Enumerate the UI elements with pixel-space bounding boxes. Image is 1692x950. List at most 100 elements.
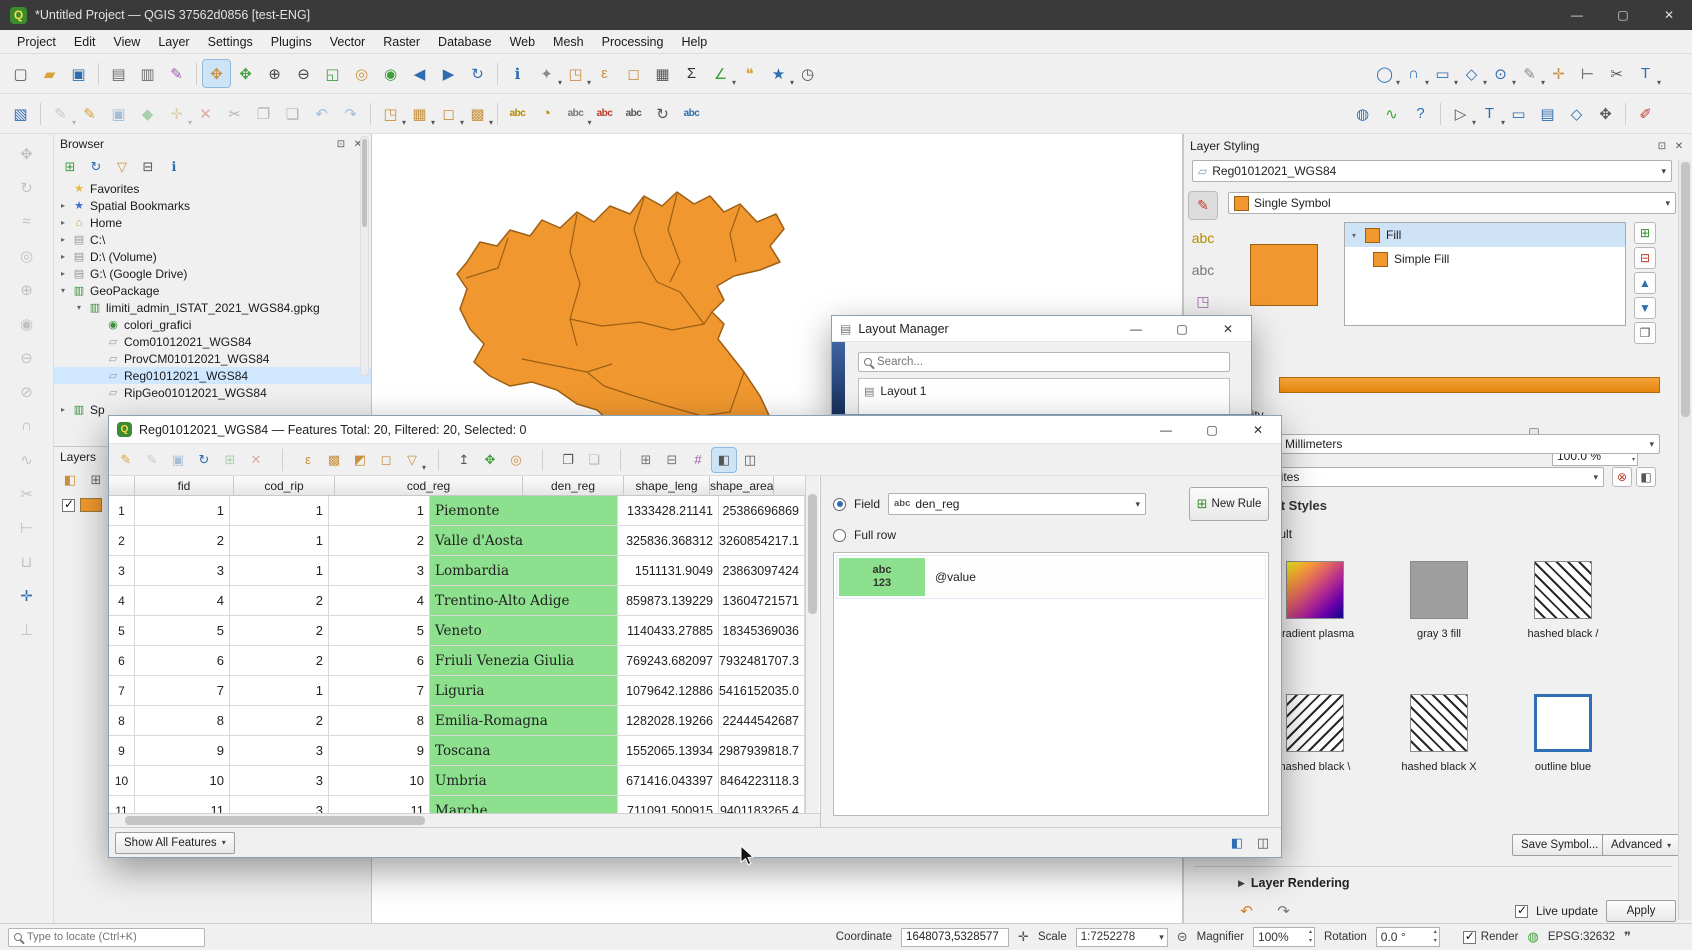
table-vertical-scrollbar[interactable]: [805, 476, 819, 813]
vertex-tool[interactable]: ✛: [1545, 60, 1572, 87]
field-calculator[interactable]: #: [686, 448, 710, 472]
cell-den-reg[interactable]: Marche: [430, 796, 618, 813]
map-tips[interactable]: ❝: [736, 60, 763, 87]
reload-table[interactable]: ↻: [192, 448, 216, 472]
style-preset-thumb[interactable]: [1534, 694, 1592, 752]
rectangle-tool[interactable]: ▭: [1429, 60, 1456, 87]
cell-cod-rip[interactable]: 2: [230, 706, 329, 736]
symbol-tree-fill-row[interactable]: ▾ Fill: [1345, 223, 1625, 247]
layout-manager-titlebar[interactable]: ▤ Layout Manager — ▢ ✕: [832, 316, 1251, 342]
unit-selector[interactable]: Millimeters: [1279, 434, 1660, 454]
new-field[interactable]: ⊞: [634, 448, 658, 472]
cell-fid[interactable]: 6: [135, 646, 230, 676]
cell-fid[interactable]: 7: [135, 676, 230, 706]
cell-shape-leng[interactable]: 711091.500915: [618, 796, 719, 813]
data-source-manager[interactable]: ▧: [7, 100, 34, 127]
new-project[interactable]: ▢: [7, 60, 34, 87]
cell-cod-reg[interactable]: 11: [329, 796, 430, 813]
split-parts[interactable]: ⊢: [13, 514, 40, 541]
column-header[interactable]: shape_area: [710, 476, 774, 495]
menu-item[interactable]: Edit: [65, 32, 105, 52]
move-annotation[interactable]: ✥: [1592, 100, 1619, 127]
browser-item-ripgeo-layer[interactable]: ▱ RipGeo01012021_WGS84: [54, 384, 371, 401]
delete-part[interactable]: ⊘: [13, 378, 40, 405]
expand-caret-icon[interactable]: ▾: [58, 286, 68, 295]
cell-fid[interactable]: 10: [135, 766, 230, 796]
table-row[interactable]: 4 4 2 4 Trentino-Alto Adige 859873.13922…: [109, 586, 805, 616]
row-number[interactable]: 3: [109, 556, 135, 586]
split-features[interactable]: ✂: [13, 480, 40, 507]
browser-item-com-layer[interactable]: ▱ Com01012021_WGS84: [54, 333, 371, 350]
cell-den-reg[interactable]: Friuli Venezia Giulia: [430, 646, 618, 676]
epsg-code[interactable]: EPSG:32632: [1548, 931, 1615, 943]
expand-caret-icon[interactable]: ▾: [1349, 231, 1359, 240]
style-preset[interactable]: hashed black /: [1501, 561, 1625, 640]
full-row-radio[interactable]: [833, 529, 846, 542]
cell-den-reg[interactable]: Piemonte: [430, 496, 618, 526]
coordinate-input[interactable]: [906, 931, 1004, 943]
color-button[interactable]: [1279, 377, 1660, 393]
symbology-tab[interactable]: ✎: [1189, 192, 1217, 219]
delete-ring[interactable]: ⊖: [13, 344, 40, 371]
cell-shape-leng[interactable]: 671416.043397: [618, 766, 719, 796]
add-part[interactable]: ⊕: [13, 276, 40, 303]
browser-scrollbar[interactable]: [360, 136, 369, 376]
menu-item[interactable]: Processing: [593, 32, 673, 52]
styling-layer-selector[interactable]: ▱ Reg01012021_WGS84: [1192, 160, 1672, 182]
expand-caret-icon[interactable]: ▾: [74, 303, 84, 312]
merge-features[interactable]: ⊔: [13, 548, 40, 575]
cell-cod-rip[interactable]: 1: [230, 556, 329, 586]
cell-shape-leng[interactable]: 325836.368312: [618, 526, 719, 556]
browser-item-colori-grafici[interactable]: ◉ colori_grafici: [54, 316, 371, 333]
save-symbol-button[interactable]: Save Symbol...: [1512, 834, 1607, 856]
expand-caret-icon[interactable]: ▸: [58, 201, 68, 210]
rotation-spinbox[interactable]: 0.0 °: [1376, 927, 1440, 947]
select-all[interactable]: ▩: [322, 448, 346, 472]
zoom-to-selection[interactable]: ◎: [348, 60, 375, 87]
show-all-features-button[interactable]: Show All Features: [115, 832, 235, 854]
row-number[interactable]: 8: [109, 706, 135, 736]
style-preset-thumb[interactable]: [1410, 694, 1468, 752]
new-spatial-bookmark[interactable]: ★: [765, 60, 792, 87]
cell-cod-rip[interactable]: 3: [230, 796, 329, 813]
select-features-rectangle[interactable]: ◳: [377, 100, 404, 127]
help-contents[interactable]: ?: [1407, 100, 1434, 127]
live-update-checkbox[interactable]: [1515, 905, 1528, 918]
new-svg-annotation[interactable]: ◇: [1563, 100, 1590, 127]
cell-shape-area[interactable]: 8464223118.3: [719, 766, 805, 796]
table-row[interactable]: 1 1 1 1 Piemonte 1333428.21141 253866968…: [109, 496, 805, 526]
temporal-controller[interactable]: ◷: [794, 60, 821, 87]
minimize-button[interactable]: —: [1113, 316, 1159, 341]
browser-item-spatial-bookmarks[interactable]: ▸ ★ Spatial Bookmarks: [54, 197, 371, 214]
table-row[interactable]: 2 2 1 2 Valle d'Aosta 325836.368312 3260…: [109, 526, 805, 556]
cell-den-reg[interactable]: Veneto: [430, 616, 618, 646]
cell-cod-reg[interactable]: 5: [329, 616, 430, 646]
deselect-all[interactable]: ◻: [620, 60, 647, 87]
save-edits[interactable]: ▣: [166, 448, 190, 472]
minimize-button[interactable]: —: [1143, 416, 1189, 443]
clear-style-filter[interactable]: ⊗: [1612, 467, 1632, 487]
split-features-tool[interactable]: ✂: [1603, 60, 1630, 87]
cell-shape-leng[interactable]: 1140433.27885: [618, 616, 719, 646]
cell-shape-leng[interactable]: 1511131.9049: [618, 556, 719, 586]
cell-den-reg[interactable]: Emilia-Romagna: [430, 706, 618, 736]
cell-shape-area[interactable]: 23863097424: [719, 556, 805, 586]
style-preset-thumb[interactable]: [1534, 561, 1592, 619]
table-horizontal-scrollbar[interactable]: [109, 813, 820, 827]
change-label-properties[interactable]: abc: [678, 100, 705, 127]
menu-item[interactable]: Database: [429, 32, 501, 52]
menu-item[interactable]: Project: [8, 32, 65, 52]
scale-selector[interactable]: 1:7252278: [1076, 928, 1168, 947]
add-polygon-feature[interactable]: ◆: [134, 100, 161, 127]
cell-den-reg[interactable]: Lombardia: [430, 556, 618, 586]
move-label[interactable]: abc: [620, 100, 647, 127]
pin-unpin-labels[interactable]: abc: [562, 100, 589, 127]
zoom-in[interactable]: ⊕: [261, 60, 288, 87]
menu-item[interactable]: Help: [672, 32, 716, 52]
maximize-button[interactable]: ▢: [1159, 316, 1205, 341]
toggle-editing[interactable]: ✎: [76, 100, 103, 127]
menu-item[interactable]: Raster: [374, 32, 429, 52]
move-selection-to-top[interactable]: ↥: [452, 448, 476, 472]
menu-item[interactable]: Layer: [149, 32, 198, 52]
identify-features[interactable]: ℹ: [504, 60, 531, 87]
